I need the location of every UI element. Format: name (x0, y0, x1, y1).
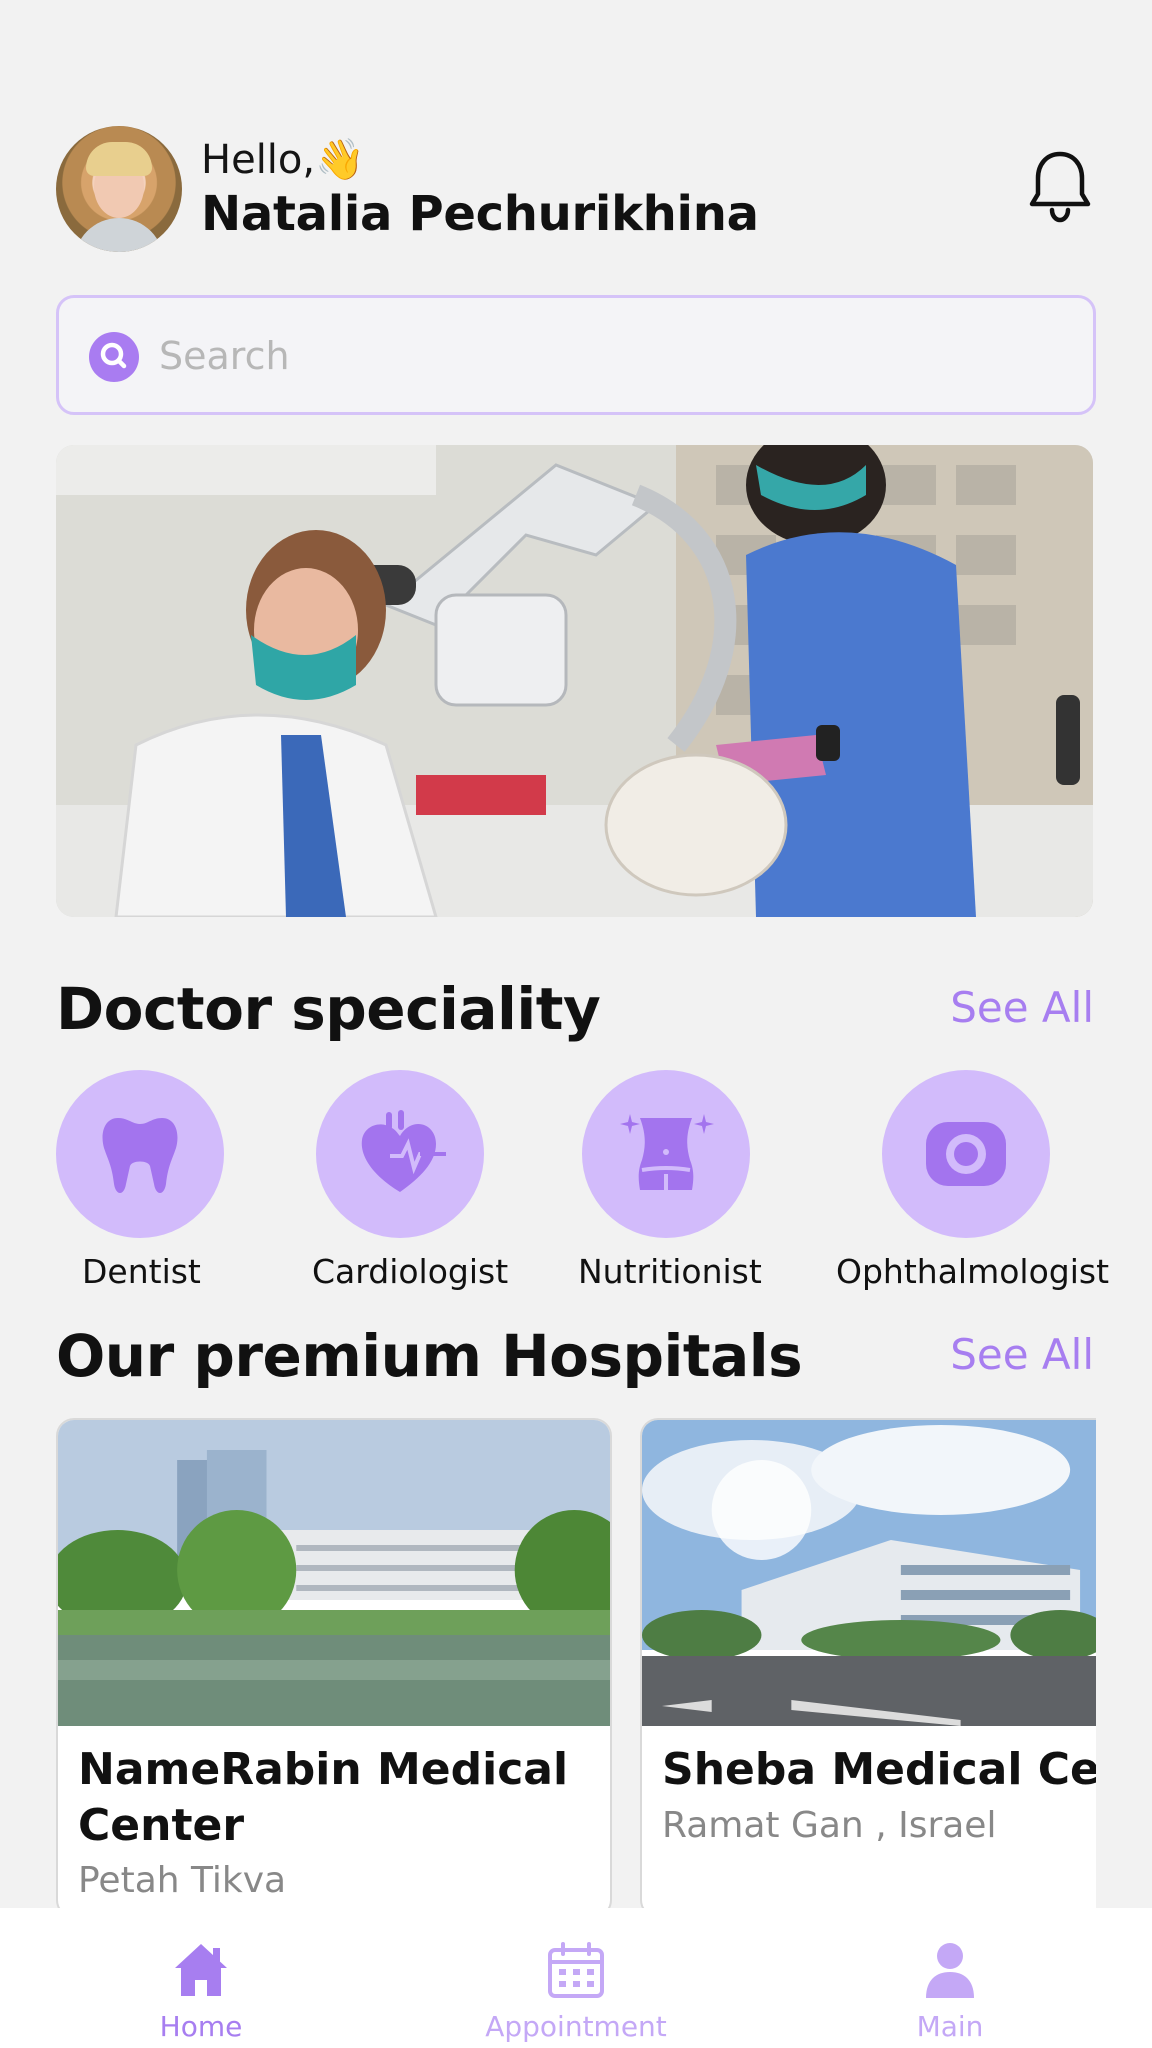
hospital-name: Sheba Medical Cen (662, 1742, 1096, 1798)
bell-icon[interactable] (1028, 150, 1092, 224)
hospital-name-line1: NameRabin Medical (78, 1744, 569, 1795)
speciality-circle (882, 1070, 1050, 1238)
speciality-label: Nutritionist (578, 1252, 762, 1291)
speciality-label: Dentist (82, 1252, 201, 1291)
hospital-card[interactable]: Sheba Medical Cen Ramat Gan , Israel (640, 1418, 1096, 1918)
nav-appointment[interactable]: Appointment (456, 1930, 696, 2043)
bottom-navigation: Home Appointment Main (0, 1908, 1152, 2048)
search-bar[interactable] (56, 295, 1096, 415)
wave-emoji: 👋 (315, 137, 365, 183)
hospital-name-line2: Center (78, 1800, 245, 1851)
hospital-card[interactable]: NameRabin Medical Center Petah Tikva (56, 1418, 612, 1918)
speciality-circle (56, 1070, 224, 1238)
hospital-name: NameRabin Medical Center (78, 1742, 568, 1854)
hospital-name-line1: Sheba Medical Cen (662, 1744, 1096, 1795)
search-input[interactable] (159, 318, 1059, 394)
speciality-label: Cardiologist (312, 1252, 509, 1291)
speciality-circle (316, 1070, 484, 1238)
tooth-icon (102, 1118, 178, 1193)
avatar-shirt (74, 218, 164, 252)
banner-image (56, 445, 1093, 917)
user-icon (926, 1943, 974, 1998)
hospital-photo (58, 1420, 610, 1726)
search-icon (89, 332, 139, 382)
speciality-section-title: Doctor speciality (56, 975, 601, 1043)
nav-home-label: Home (159, 2010, 243, 2043)
nav-home[interactable]: Home (81, 1930, 321, 2043)
hospitals-see-all-link[interactable]: See All (950, 1330, 1094, 1379)
calendar-icon (548, 1942, 604, 1998)
speciality-cardiologist[interactable]: Cardiologist (312, 1070, 576, 1300)
body-icon (620, 1114, 714, 1190)
hospital-location: Ramat Gan , Israel (662, 1805, 997, 1846)
greeting-text: Hello, (201, 137, 316, 183)
hospital-photo (642, 1420, 1096, 1726)
hospitals-section-title: Our premium Hospitals (56, 1322, 803, 1390)
header: Hello,👋 Natalia Pechurikhina (56, 126, 1096, 252)
hospital-location: Petah Tikva (78, 1860, 287, 1901)
avatar[interactable] (56, 126, 182, 252)
speciality-see-all-link[interactable]: See All (950, 983, 1094, 1032)
speciality-circle (582, 1070, 750, 1238)
nav-main-label: Main (916, 2010, 984, 2043)
avatar-hair (86, 142, 152, 176)
user-name: Natalia Pechurikhina (201, 186, 759, 242)
speciality-nutritionist[interactable]: Nutritionist (578, 1070, 842, 1300)
speciality-ophthalmologist[interactable]: Ophthalmologist (836, 1070, 1142, 1300)
nav-main[interactable]: Main (830, 1930, 1070, 2043)
greeting: Hello,👋 (201, 136, 365, 183)
eye-icon (926, 1122, 1006, 1186)
home-icon (175, 1944, 227, 1996)
speciality-dentist[interactable]: Dentist (56, 1070, 316, 1300)
promo-banner[interactable] (56, 445, 1093, 917)
nav-appointment-label: Appointment (485, 2010, 667, 2043)
speciality-label: Ophthalmologist (836, 1252, 1110, 1291)
heart-icon (361, 1110, 446, 1192)
